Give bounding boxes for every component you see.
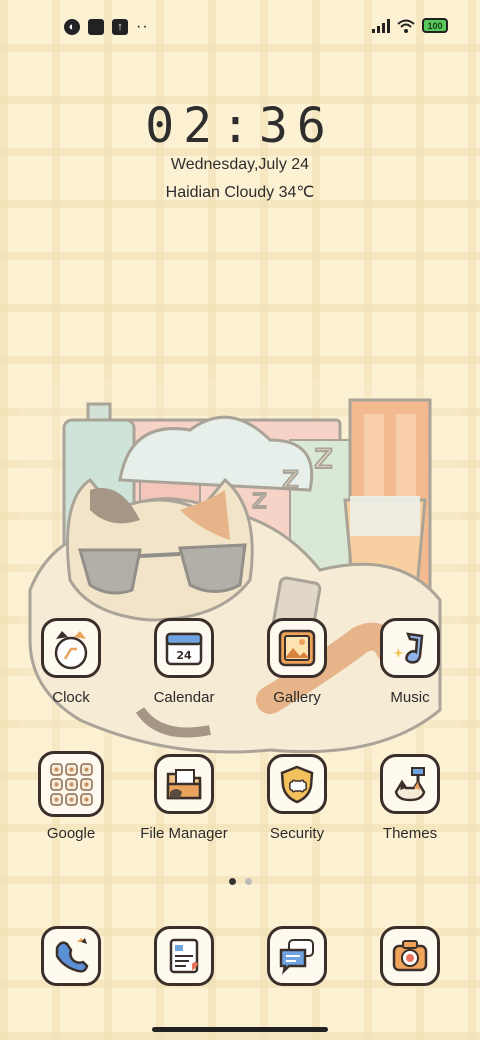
security-icon[interactable] [267, 754, 327, 814]
status-system: 100 [372, 18, 448, 33]
wifi-icon [397, 19, 415, 33]
app-label: Google [46, 825, 96, 842]
app-label: Security [269, 825, 325, 842]
app-notification-icon: ◐ [64, 19, 80, 35]
themes-icon[interactable] [380, 754, 440, 814]
app-music[interactable]: Music [354, 618, 466, 706]
app-label: Clock [52, 689, 90, 706]
app-label: Themes [382, 825, 438, 842]
weather-text[interactable]: Haidian Cloudy 34℃ [0, 182, 480, 202]
page-dot-1[interactable] [228, 878, 236, 885]
clock-date: Wednesday,July 24 [170, 156, 310, 173]
clock-icon[interactable] [41, 618, 101, 678]
battery-indicator: 100 [422, 18, 448, 33]
app-label: Gallery [273, 689, 321, 706]
app-google-folder[interactable]: Google [15, 751, 127, 842]
page-dot-2[interactable] [244, 878, 252, 885]
more-notifications-indicator: ·· [136, 18, 149, 35]
camera-icon[interactable] [380, 926, 440, 986]
messages-icon[interactable] [267, 926, 327, 986]
app-themes[interactable]: Themes [354, 754, 466, 842]
dock-phone[interactable] [15, 926, 127, 986]
battery-level: 100 [427, 20, 443, 31]
dock-notes[interactable] [128, 926, 240, 986]
music-icon[interactable] [380, 618, 440, 678]
app-clock[interactable]: Clock [15, 618, 127, 706]
app-file-manager[interactable]: File Manager [128, 754, 240, 842]
app-calendar[interactable]: 24 Calendar [128, 618, 240, 706]
phone-icon[interactable] [41, 926, 101, 986]
notes-icon[interactable] [154, 926, 214, 986]
app-security[interactable]: Security [241, 754, 353, 842]
dock-camera[interactable] [354, 926, 466, 986]
calendar-icon[interactable]: 24 [154, 618, 214, 678]
file-manager-icon[interactable] [154, 754, 214, 814]
dock-messages[interactable] [241, 926, 353, 986]
svg-text:24: 24 [176, 649, 192, 662]
signal-icon [372, 18, 390, 33]
square-notification-icon [88, 19, 104, 35]
app-gallery[interactable]: Gallery [241, 618, 353, 706]
app-label: Calendar [153, 689, 215, 706]
status-bar: ◐ ↑ ·· 100 [0, 0, 480, 56]
gallery-icon[interactable] [267, 618, 327, 678]
home-gesture-bar[interactable] [152, 1027, 328, 1032]
app-label: File Manager [140, 825, 228, 842]
clock-time[interactable]: 02:36 [0, 98, 480, 154]
page-indicator[interactable] [0, 878, 480, 885]
status-notifications: ◐ ↑ ·· [64, 19, 149, 35]
upload-notification-icon: ↑ [112, 19, 128, 35]
google-folder-icon[interactable] [38, 751, 104, 817]
app-label: Music [390, 689, 430, 706]
